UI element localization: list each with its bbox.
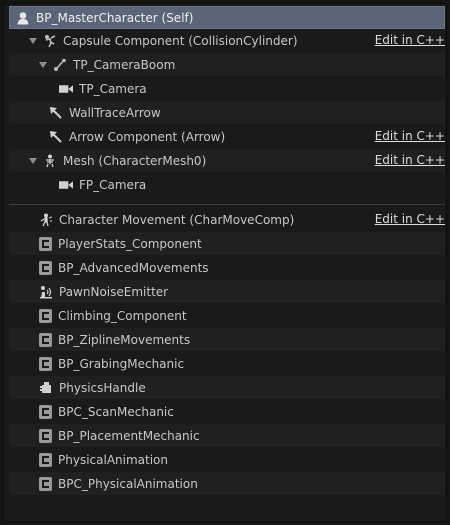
tree-item-label: WallTraceArrow [69, 105, 161, 120]
script-component-icon [39, 356, 52, 371]
components-panel: BP_MasterCharacter (Self) Capsule Compon… [3, 3, 447, 522]
expand-caret-icon[interactable] [29, 157, 37, 164]
capsule-icon [43, 34, 57, 48]
component-item-playerstats[interactable]: PlayerStats_Component [9, 232, 445, 255]
tree-item-mesh[interactable]: Mesh (CharacterMesh0) Edit in C++ [9, 149, 445, 172]
component-item-scan-mechanic[interactable]: BPC_ScanMechanic [9, 400, 445, 423]
script-component-icon [39, 260, 52, 275]
component-label: BP_GrabingMechanic [58, 356, 185, 371]
component-item-bpc-physical-animation[interactable]: BPC_PhysicalAnimation [9, 472, 445, 495]
script-component-icon [39, 308, 52, 323]
component-label: BP_AdvancedMovements [58, 260, 209, 275]
component-item-pawn-noise-emitter[interactable]: PawnNoiseEmitter [9, 280, 445, 303]
component-item-zipline-movements[interactable]: BP_ZiplineMovements [9, 328, 445, 351]
tree-item-arrow-component[interactable]: Arrow Component (Arrow) Edit in C++ [9, 125, 445, 148]
movement-icon [39, 213, 53, 227]
component-label: PlayerStats_Component [58, 236, 202, 251]
component-item-character-movement[interactable]: Character Movement (CharMoveComp) Edit i… [9, 208, 445, 231]
tree-item-label: Arrow Component (Arrow) [69, 129, 226, 144]
component-item-physical-animation[interactable]: PhysicalAnimation [9, 448, 445, 471]
component-label: PhysicalAnimation [58, 452, 168, 467]
script-component-icon [39, 476, 52, 491]
component-label: Climbing_Component [58, 308, 187, 323]
component-label: BP_ZiplineMovements [58, 332, 191, 347]
tree-item-label: Mesh (CharacterMesh0) [63, 153, 207, 168]
camera-icon [59, 82, 73, 96]
root-component-row[interactable]: BP_MasterCharacter (Self) [9, 6, 445, 29]
component-label: BPC_ScanMechanic [58, 404, 174, 419]
tree-item-wall-trace-arrow[interactable]: WallTraceArrow [9, 101, 445, 124]
tree-item-label: Capsule Component (CollisionCylinder) [63, 33, 298, 48]
arrow-icon [49, 106, 63, 120]
skeleton-icon [43, 154, 57, 168]
component-label: Character Movement (CharMoveComp) [59, 212, 295, 227]
tree-item-tp-camera[interactable]: TP_Camera [9, 77, 445, 100]
character-icon [16, 11, 30, 25]
tree-item-capsule[interactable]: Capsule Component (CollisionCylinder) Ed… [9, 29, 445, 52]
noise-emitter-icon [39, 285, 53, 299]
script-component-icon [39, 332, 52, 347]
edit-in-cpp-link[interactable]: Edit in C++ [375, 129, 445, 143]
tree-item-label: TP_Camera [79, 81, 147, 96]
script-component-icon [39, 452, 52, 467]
script-component-icon [39, 236, 52, 251]
edit-in-cpp-link[interactable]: Edit in C++ [375, 33, 445, 47]
component-label: PhysicsHandle [59, 380, 146, 395]
tree-item-label: FP_Camera [79, 177, 147, 192]
tree-item-fp-camera[interactable]: FP_Camera [9, 173, 445, 196]
component-label: PawnNoiseEmitter [59, 284, 169, 299]
script-component-icon [39, 428, 52, 443]
script-component-icon [39, 404, 52, 419]
component-label: BP_PlacementMechanic [58, 428, 200, 443]
spring-arm-icon [53, 58, 67, 72]
component-item-placement-mechanic[interactable]: BP_PlacementMechanic [9, 424, 445, 447]
arrow-icon [49, 130, 63, 144]
component-item-physics-handle[interactable]: PhysicsHandle [9, 376, 445, 399]
physics-handle-icon [39, 381, 53, 395]
edit-in-cpp-link[interactable]: Edit in C++ [375, 153, 445, 167]
edit-in-cpp-link[interactable]: Edit in C++ [375, 212, 445, 226]
expand-caret-icon[interactable] [39, 61, 47, 68]
component-item-advanced-movements[interactable]: BP_AdvancedMovements [9, 256, 445, 279]
tree-item-label: TP_CameraBoom [73, 57, 176, 72]
tree-item-camera-boom[interactable]: TP_CameraBoom [9, 53, 445, 76]
expand-caret-icon[interactable] [29, 37, 37, 44]
section-divider [9, 204, 445, 205]
component-label: BPC_PhysicalAnimation [58, 476, 198, 491]
component-item-climbing[interactable]: Climbing_Component [9, 304, 445, 327]
root-component-label: BP_MasterCharacter (Self) [36, 10, 194, 25]
component-item-grabing-mechanic[interactable]: BP_GrabingMechanic [9, 352, 445, 375]
camera-icon [59, 178, 73, 192]
